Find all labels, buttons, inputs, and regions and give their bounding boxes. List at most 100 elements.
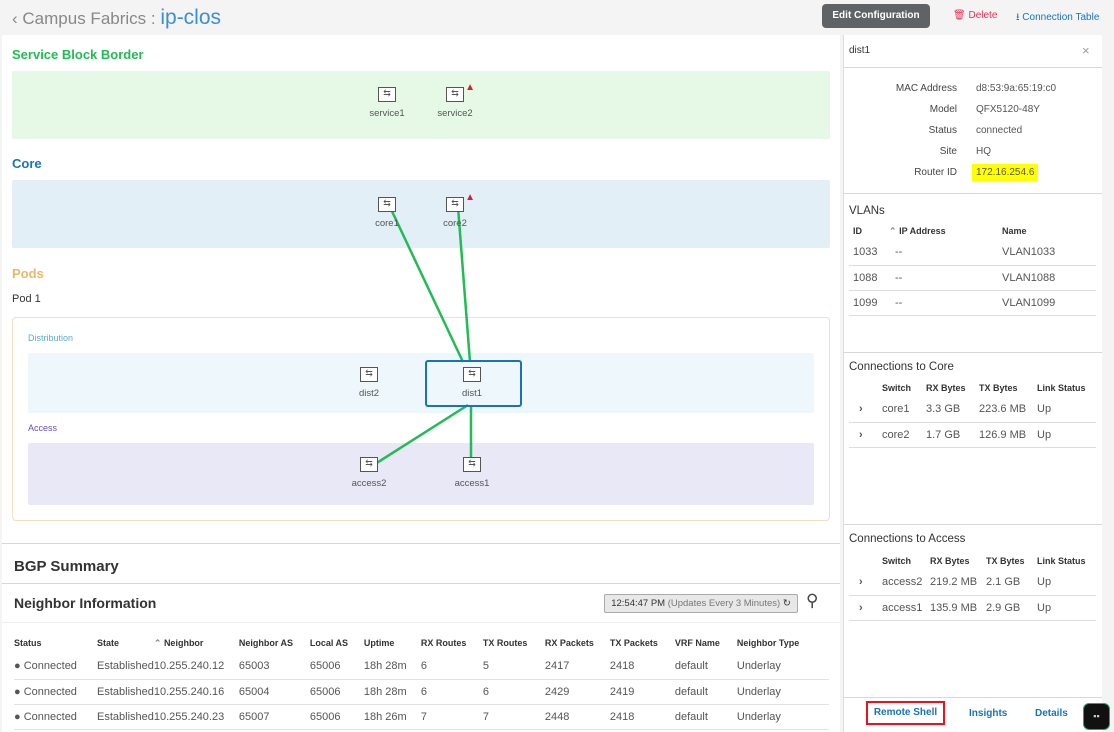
- col-neighbor[interactable]: ⌃ Neighbor: [154, 632, 239, 654]
- switch-core1[interactable]: ⇆ core1: [357, 197, 417, 229]
- switch-access1[interactable]: ⇆ access1: [442, 457, 502, 489]
- cell: default: [674, 679, 737, 705]
- switch-label: service2: [437, 108, 473, 119]
- status-cell: ● Connected: [14, 679, 97, 705]
- col-neighbor-as[interactable]: Neighbor AS: [239, 632, 310, 654]
- table-row[interactable]: › access1 135.9 MB 2.9 GB Up: [849, 595, 1096, 621]
- bgp-summary-title: BGP Summary: [14, 558, 119, 575]
- expand-chevron-icon[interactable]: ›: [849, 570, 882, 596]
- property-label: Status: [928, 125, 957, 136]
- cell: 2448: [544, 704, 610, 730]
- table-row[interactable]: › access2 219.2 MB 2.1 GB Up: [849, 570, 1096, 596]
- update-note: (Updates Every 3 Minutes): [667, 598, 781, 609]
- col-vrf-name[interactable]: VRF Name: [675, 632, 737, 654]
- cell: 65007: [238, 704, 310, 730]
- cell: Up: [1037, 397, 1096, 423]
- switch-access2[interactable]: ⇆ access2: [339, 457, 399, 489]
- switch-label: dist2: [358, 388, 380, 399]
- cell: 6: [482, 679, 545, 705]
- property-row: Status connected: [843, 125, 1102, 143]
- connection-table-label: Connection Table: [1022, 12, 1100, 23]
- col-id[interactable]: ID: [849, 222, 889, 240]
- col-switch: Switch: [882, 556, 912, 566]
- table-row[interactable]: ● Connected Established 10.255.240.16 65004…: [14, 679, 829, 705]
- col-neighbor-type[interactable]: Neighbor Type: [737, 632, 829, 654]
- col-uptime[interactable]: Uptime: [364, 632, 421, 654]
- col-tx-bytes: TX Bytes: [986, 556, 1025, 566]
- switch-icon: ⇆: [378, 197, 396, 212]
- cell: 135.9 MB: [930, 595, 986, 621]
- cell: Underlay: [736, 704, 829, 730]
- switch-dist2[interactable]: ⇆ dist2: [339, 367, 399, 399]
- status-cell: ● Connected: [14, 704, 97, 730]
- search-icon[interactable]: ⚲: [806, 591, 818, 611]
- divider: [844, 193, 1102, 194]
- switch-service1[interactable]: ⇆ service1: [357, 87, 417, 119]
- sort-icon: ⌃: [889, 225, 897, 236]
- table-row[interactable]: ● Connected Established 10.255.240.23 65007…: [14, 704, 829, 730]
- cell: 223.6 MB: [979, 397, 1037, 423]
- cell: VLAN1033: [1002, 240, 1096, 266]
- tab-details[interactable]: Details: [1035, 708, 1068, 719]
- refresh-button[interactable]: 12:54:47 PM (Updates Every 3 Minutes) ↻: [604, 594, 798, 613]
- col-switch: Switch: [882, 383, 912, 393]
- col-link-status: Link Status: [1037, 383, 1086, 393]
- cell: 65006: [309, 704, 364, 730]
- col-local-as[interactable]: Local AS: [310, 632, 364, 654]
- col-tx-packets[interactable]: TX Packets: [610, 632, 675, 654]
- table-row: 1088 -- VLAN1088: [849, 265, 1096, 291]
- table-row[interactable]: › core1 3.3 GB 223.6 MB Up: [849, 397, 1096, 423]
- cell: access1: [882, 595, 930, 621]
- col-name[interactable]: Name: [1002, 222, 1096, 240]
- col-status[interactable]: Status: [14, 632, 97, 654]
- cell: 2417: [544, 654, 610, 680]
- col-ip-address[interactable]: ⌃ IP Address: [889, 222, 1002, 240]
- cell: --: [889, 240, 1002, 266]
- connections-access-table: Switch RX Bytes TX Bytes Link Status › acces…: [849, 552, 1096, 621]
- divider: [844, 67, 1102, 68]
- col-rx-packets[interactable]: RX Packets: [545, 632, 610, 654]
- table-row: 1033 -- VLAN1033: [849, 240, 1096, 266]
- switch-dist1[interactable]: ⇆ dist1: [442, 367, 502, 399]
- col-rx-bytes: RX Bytes: [926, 383, 966, 393]
- cell: 18h 26m: [363, 704, 421, 730]
- property-row: Site HQ: [843, 146, 1102, 164]
- cell: 1099: [849, 290, 889, 316]
- connection-table-button[interactable]: ⭳ Connection Table: [1016, 10, 1099, 27]
- col-tx-routes[interactable]: TX Routes: [483, 632, 545, 654]
- cell: 219.2 MB: [930, 570, 986, 596]
- col-state[interactable]: State: [97, 632, 154, 654]
- switch-label: core1: [375, 218, 399, 229]
- cell: Established: [97, 679, 154, 705]
- close-icon[interactable]: ×: [1082, 43, 1090, 58]
- delete-button[interactable]: 🗑︎ Delete: [953, 10, 997, 21]
- cell: 65004: [238, 679, 310, 705]
- expand-chevron-icon[interactable]: ›: [849, 397, 882, 423]
- cell: 126.9 MB: [979, 422, 1037, 448]
- divider: [2, 622, 840, 623]
- cell: 7: [482, 704, 545, 730]
- col-rx-routes[interactable]: RX Routes: [421, 632, 483, 654]
- cell: default: [674, 704, 737, 730]
- table-row[interactable]: › core2 1.7 GB 126.9 MB Up: [849, 422, 1096, 448]
- tab-insights[interactable]: Insights: [969, 708, 1007, 719]
- divider: [844, 697, 1102, 698]
- cell: 65006: [309, 654, 364, 680]
- switch-label: service1: [369, 108, 405, 119]
- property-value: QFX5120-48Y: [976, 104, 1040, 115]
- divider: [2, 583, 840, 584]
- switch-service2[interactable]: ⇆ ▲ service2: [425, 82, 485, 119]
- tab-remote-shell[interactable]: Remote Shell: [866, 701, 945, 725]
- cell: 10.255.240.16: [153, 679, 239, 705]
- expand-chevron-icon[interactable]: ›: [849, 595, 882, 621]
- link-core1-dist1: [388, 206, 465, 363]
- expand-chevron-icon[interactable]: ›: [849, 422, 882, 448]
- switch-core2[interactable]: ⇆ ▲ core2: [425, 192, 485, 229]
- table-row[interactable]: ● Connected Established 10.255.240.12 65003…: [14, 654, 829, 680]
- switch-icon: ⇆: [463, 367, 481, 382]
- cell: 2.1 GB: [986, 570, 1037, 596]
- col-link-status: Link Status: [1037, 556, 1086, 566]
- cell: Up: [1037, 570, 1096, 596]
- switch-icon: ⇆: [378, 87, 396, 102]
- chat-assistant-icon[interactable]: ▪▪: [1083, 703, 1110, 730]
